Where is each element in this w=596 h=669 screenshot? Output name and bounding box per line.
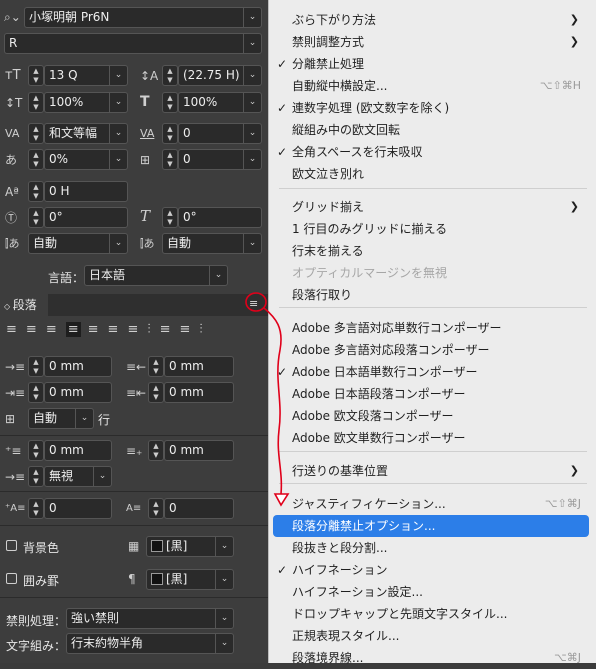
annotation-arrow-head — [273, 493, 290, 507]
annotation-overlay — [245, 292, 290, 507]
annotation-circle — [245, 292, 267, 312]
annotation-arrow-line — [263, 307, 283, 495]
